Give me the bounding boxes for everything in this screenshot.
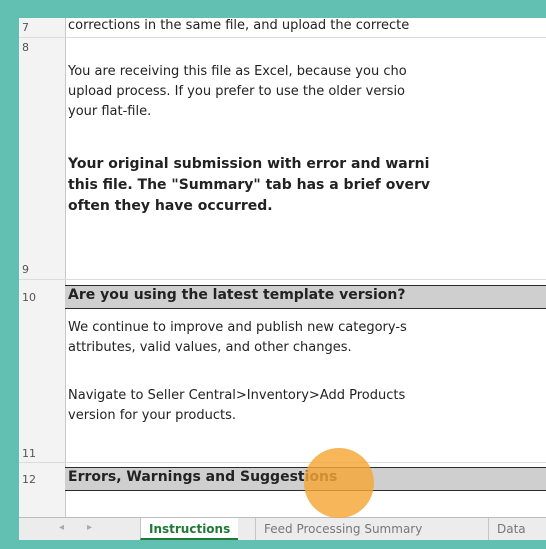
tab-instructions[interactable]: Instructions bbox=[140, 518, 239, 540]
tab-scroll-right-icon[interactable]: ▸ bbox=[87, 522, 92, 533]
row-8-bold-line-3[interactable]: often they have occurred. bbox=[68, 196, 546, 217]
row-10-line-4[interactable]: Navigate to Seller Central>Inventory>Add… bbox=[68, 386, 546, 406]
row-number-8: 8 bbox=[22, 41, 29, 54]
cursor-highlight bbox=[304, 448, 374, 518]
row-10-line-2[interactable]: attributes, valid values, and other chan… bbox=[68, 338, 546, 358]
row-8-line-1[interactable]: You are receiving this file as Excel, be… bbox=[68, 62, 546, 82]
row-10-line-5[interactable]: version for your products. bbox=[68, 406, 546, 426]
row-number-12: 12 bbox=[22, 473, 36, 486]
row-7-text[interactable]: corrections in the same file, and upload… bbox=[68, 18, 546, 36]
tab-scroll-left-icon[interactable]: ◂ bbox=[59, 522, 64, 533]
gridline bbox=[19, 279, 546, 280]
row-8-bold-line-2[interactable]: this file. The "Summary" tab has a brief… bbox=[68, 175, 546, 196]
section-header-text: Are you using the latest template versio… bbox=[68, 287, 406, 303]
row-number-7: 7 bbox=[22, 21, 29, 34]
row-8-bold-line-1[interactable]: Your original submission with error and … bbox=[68, 154, 546, 175]
row-10-line-1[interactable]: We continue to improve and publish new c… bbox=[68, 318, 546, 338]
row-8-line-3[interactable]: your flat-file. bbox=[68, 102, 546, 122]
gridline bbox=[19, 37, 546, 38]
tab-data[interactable]: Data bbox=[488, 518, 534, 540]
row-number-11: 11 bbox=[22, 447, 36, 460]
gridline bbox=[19, 462, 546, 463]
row-number-9: 9 bbox=[22, 263, 29, 276]
row-8-line-2[interactable]: upload process. If you prefer to use the… bbox=[68, 82, 546, 102]
section-header-text: Errors, Warnings and Suggestions bbox=[68, 469, 338, 485]
tab-feed-processing-summary[interactable]: Feed Processing Summary bbox=[255, 518, 430, 540]
row-number-10: 10 bbox=[22, 291, 36, 304]
spreadsheet-view: 7 corrections in the same file, and uplo… bbox=[19, 18, 546, 540]
sheet-tab-bar: ◂ ▸ Instructions Feed Processing Summary… bbox=[19, 517, 546, 540]
section-header-template-version[interactable]: Are you using the latest template versio… bbox=[65, 285, 546, 309]
